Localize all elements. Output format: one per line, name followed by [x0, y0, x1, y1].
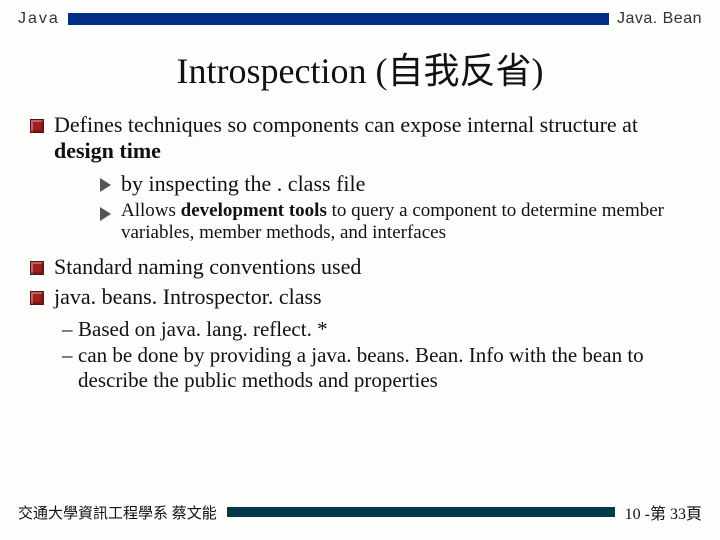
arrow-bullet-icon [100, 207, 111, 221]
header-row: Java Java. Bean [0, 0, 720, 28]
dash-text: can be done by providing a java. beans. … [78, 343, 690, 393]
square-bullet-icon [30, 119, 44, 133]
footer-row: 交通大學資訊工程學系 蔡文能 10 -第 33頁 [0, 500, 720, 524]
list-item: Defines techniques so components can exp… [30, 112, 690, 165]
square-bullet-icon [30, 291, 44, 305]
square-bullet-icon [30, 261, 44, 275]
dash-icon: – [62, 343, 78, 368]
content-area: Defines techniques so components can exp… [0, 112, 720, 393]
dash-item: – can be done by providing a java. beans… [62, 343, 690, 393]
dash-item: – Based on java. lang. reflect. * [62, 317, 690, 342]
footer-left: 交通大學資訊工程學系 蔡文能 [18, 502, 217, 523]
bold-span: development tools [181, 200, 327, 221]
dash-list: – Based on java. lang. reflect. * – can … [62, 317, 690, 394]
header-bar [68, 13, 609, 25]
list-item: Standard naming conventions used [30, 254, 690, 280]
footer-bar [227, 507, 615, 517]
arrow-bullet-icon [100, 178, 111, 192]
sub-text: by inspecting the . class file [121, 171, 365, 196]
bullet-text: java. beans. Introspector. class [54, 284, 322, 310]
header-right: Java. Bean [617, 10, 702, 28]
header-left: Java [18, 10, 60, 28]
slide-title: Introspection (自我反省) [0, 42, 720, 94]
sub-text: Allows development tools to query a comp… [121, 200, 690, 244]
bullet-text: Standard naming conventions used [54, 254, 361, 280]
list-item: by inspecting the . class file [100, 171, 690, 196]
text-span: Defines techniques so components can exp… [54, 112, 638, 137]
list-item: java. beans. Introspector. class [30, 284, 690, 310]
sublist: by inspecting the . class file Allows de… [100, 171, 690, 244]
bullet-text: Defines techniques so components can exp… [54, 112, 690, 165]
text-span: Allows [121, 200, 181, 221]
dash-text: Based on java. lang. reflect. * [78, 317, 328, 342]
dash-icon: – [62, 317, 78, 342]
bold-span: design time [54, 138, 161, 163]
footer-right: 10 -第 33頁 [625, 500, 702, 524]
list-item: Allows development tools to query a comp… [100, 200, 690, 244]
